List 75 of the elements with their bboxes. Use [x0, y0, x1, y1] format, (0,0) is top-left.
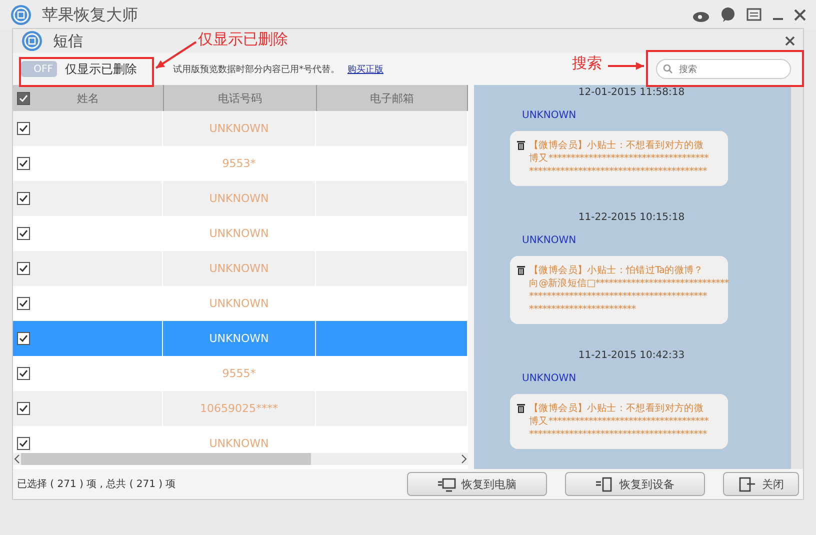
phone-number: 9553*: [222, 157, 256, 170]
row-checkbox[interactable]: [17, 437, 30, 450]
message-sender: UNKNOWN: [522, 235, 578, 246]
row-checkbox[interactable]: [17, 122, 30, 135]
trash-icon: [516, 402, 526, 414]
chat-icon[interactable]: [720, 7, 736, 23]
phone-number: UNKNOWN: [209, 437, 269, 450]
restore-button[interactable]: 恢复到设备: [565, 472, 705, 496]
scroll-left-icon[interactable]: [13, 454, 21, 464]
phone-number: UNKNOWN: [209, 227, 269, 240]
phone-number: UNKNOWN: [209, 122, 269, 135]
message-text-line: 向@新浪短信□******************************: [529, 277, 729, 290]
message-text-line: 博又************************************: [529, 415, 709, 428]
phone-number: 9555*: [222, 367, 256, 380]
table-row[interactable]: UNKNOWN: [13, 321, 468, 356]
restore-button[interactable]: 恢复到电脑: [407, 472, 547, 496]
close-icon: [738, 476, 756, 492]
close-button[interactable]: 关闭: [723, 472, 799, 496]
selection-status: 已选择 ( 271 ) 项 , 总共 ( 271 ) 项: [17, 478, 177, 491]
toggle-switch[interactable]: OFF: [21, 61, 57, 77]
column-header[interactable]: 电话号码: [218, 90, 262, 106]
trash-icon: [516, 264, 526, 276]
phone-number: UNKNOWN: [209, 297, 269, 310]
table-row[interactable]: UNKNOWN: [13, 111, 468, 146]
close-icon[interactable]: [785, 36, 795, 46]
annotation-text: 搜索: [572, 54, 602, 73]
message-text-line: 【微博会员】小贴士：不想看到对方的微: [529, 139, 705, 152]
annotation-text: 仅显示已删除: [198, 30, 288, 49]
message-text-line: 【微博会员】小贴士：怕错过Ta的微博？: [529, 264, 704, 277]
message-text-line: ****************************************: [529, 165, 708, 178]
scrollbar[interactable]: [791, 85, 803, 469]
column-header[interactable]: 姓名: [77, 90, 99, 106]
message-time: 11-22-2015 10:15:18: [577, 212, 686, 223]
column-header[interactable]: 电子邮箱: [370, 90, 414, 106]
search-field[interactable]: 搜索: [656, 59, 791, 79]
scroll-right-icon[interactable]: [460, 454, 468, 464]
trash-icon: [516, 139, 526, 151]
message-text-line: 【微博会员】小贴士：不想看到对方的微: [529, 402, 705, 415]
message-sender: UNKNOWN: [522, 373, 578, 384]
row-checkbox[interactable]: [17, 262, 30, 275]
table-row[interactable]: UNKNOWN: [13, 181, 468, 216]
message-sender: UNKNOWN: [522, 110, 578, 121]
select-all-checkbox[interactable]: [17, 92, 30, 104]
message-time: 12-01-2015 11:58:18: [577, 87, 686, 98]
search-icon: [663, 64, 673, 74]
phone-number: UNKNOWN: [209, 262, 269, 275]
row-checkbox[interactable]: [17, 402, 30, 415]
message-time: 11-21-2015 10:42:33: [577, 350, 686, 361]
table-row[interactable]: UNKNOWN: [13, 251, 468, 286]
row-checkbox[interactable]: [17, 227, 30, 240]
message-text-line: ****************************************: [529, 428, 708, 441]
close-icon[interactable]: [794, 7, 806, 23]
message-text-line: ****************************************: [529, 290, 708, 303]
device-icon: [596, 476, 614, 492]
row-checkbox[interactable]: [17, 297, 30, 310]
message-text-line: 博又************************************: [529, 152, 709, 165]
row-checkbox[interactable]: [17, 332, 30, 345]
row-checkbox[interactable]: [17, 192, 30, 205]
phone-number: UNKNOWN: [209, 332, 269, 345]
menu-icon[interactable]: [746, 7, 762, 23]
scrollbar-thumb[interactable]: [21, 453, 311, 465]
message-text-line: ************************: [529, 303, 637, 316]
row-checkbox[interactable]: [17, 367, 30, 380]
phone-number: 10659025****: [200, 402, 278, 415]
app-title: 苹果恢复大师: [42, 4, 139, 26]
dialog-title: 短信: [53, 32, 83, 50]
dialog-logo-icon: [21, 30, 43, 52]
row-checkbox[interactable]: [17, 157, 30, 170]
phone-number: UNKNOWN: [209, 192, 269, 205]
table-row[interactable]: 10659025****: [13, 391, 468, 426]
computer-icon: [438, 476, 456, 492]
filter-label: 仅显示已删除: [65, 60, 137, 78]
notice-text: 试用版预览数据时部分内容已用*号代替。: [173, 64, 340, 76]
app-logo-icon: [10, 4, 32, 26]
buy-link[interactable]: 购买正版: [348, 62, 384, 76]
